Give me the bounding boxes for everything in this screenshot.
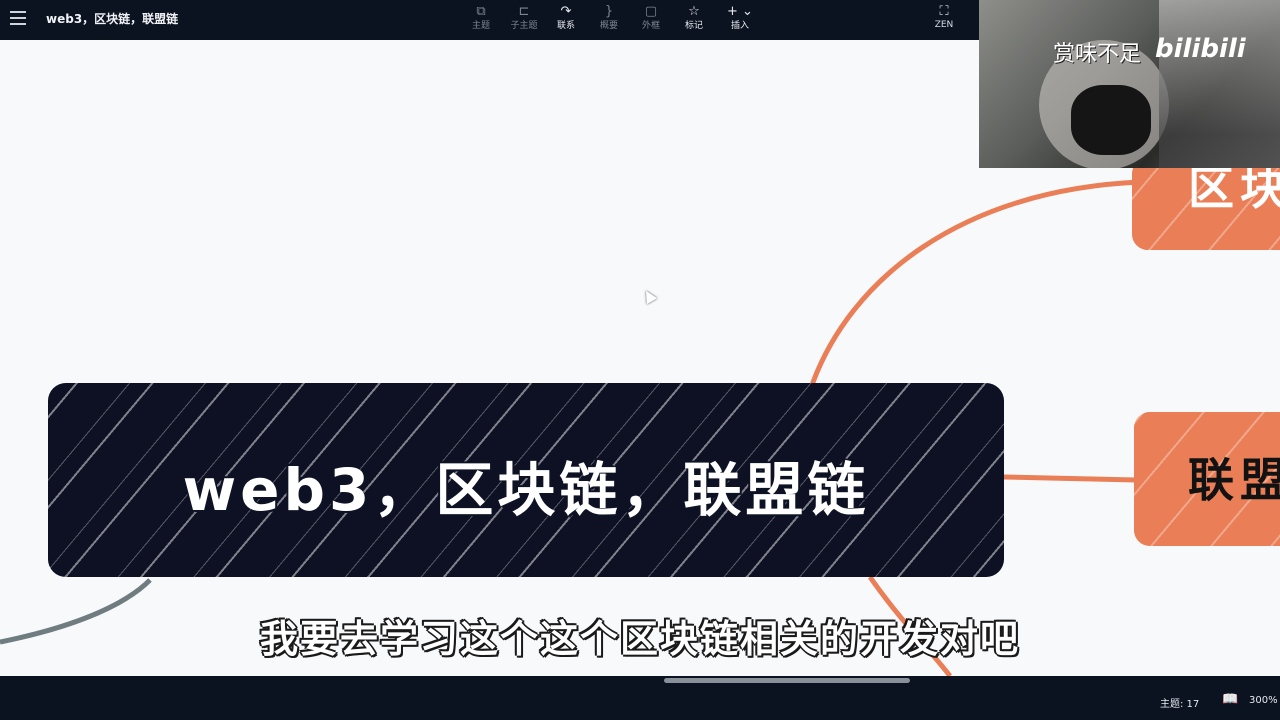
marker-button[interactable]: ☆ 标记 <box>672 4 716 36</box>
tool-label: 标记 <box>684 21 703 31</box>
watermark-text: 赏味不足 <box>1053 42 1142 67</box>
zen-mode-button[interactable]: ⛶ ZEN <box>926 4 962 30</box>
central-topic-label: web3，区块链，联盟链 <box>182 456 870 524</box>
fullscreen-icon: ⛶ <box>939 4 949 19</box>
zen-label: ZEN <box>934 20 954 30</box>
child-topic-node[interactable]: 区块 <box>1132 158 1280 250</box>
link-to-child-2 <box>1003 474 1137 483</box>
insert-subtopic-button[interactable]: ⊏ 子主题 <box>502 4 546 36</box>
central-topic-node[interactable]: web3，区块链，联盟链 <box>48 383 1004 577</box>
insert-button[interactable]: + ⌄ 插入 <box>718 4 762 36</box>
status-bar: 主题: 17 📖 300% <box>0 684 1280 720</box>
relationship-icon: ↷ <box>560 4 572 19</box>
summary-icon: } <box>604 4 614 19</box>
child-topic-label: 联盟 <box>1188 453 1280 507</box>
tool-label: 概要 <box>599 21 618 31</box>
link-to-child-1 <box>809 179 1141 386</box>
zoom-level[interactable]: 300% <box>1249 695 1278 706</box>
document-title: web3，区块链，联盟链 <box>46 12 179 26</box>
video-subtitle: 我要去学习这个这个区块链相关的开发对吧 <box>259 617 1020 661</box>
tool-label: 联系 <box>556 21 575 31</box>
bilibili-logo: bilibili <box>1155 34 1246 64</box>
child-topic-node[interactable]: 联盟 <box>1134 412 1280 546</box>
tool-label: 插入 <box>730 21 749 31</box>
relationship-button[interactable]: ↷ 联系 <box>544 4 588 36</box>
scrollbar-thumb[interactable] <box>664 678 910 683</box>
tool-label: 子主题 <box>510 21 538 31</box>
summary-button[interactable]: } 概要 <box>587 4 631 36</box>
outline-view-icon[interactable]: 📖 <box>1222 692 1238 707</box>
topic-count: 主题: 17 <box>1160 699 1200 710</box>
hamburger-menu-icon[interactable] <box>10 11 26 25</box>
webcam-shape <box>1159 0 1280 168</box>
tool-label: 主题 <box>471 21 490 31</box>
horizontal-scrollbar[interactable] <box>0 676 1280 684</box>
subtopic-icon: ⊏ <box>518 4 530 19</box>
topic-icon: ⧉ <box>476 4 486 19</box>
webcam-shape <box>1071 85 1151 155</box>
insert-topic-button[interactable]: ⧉ 主题 <box>459 4 503 36</box>
webcam-overlay: 赏味不足 bilibili <box>979 0 1280 168</box>
tool-label: 外框 <box>641 21 660 31</box>
plus-icon: + ⌄ <box>727 4 753 19</box>
star-icon: ☆ <box>688 4 700 19</box>
boundary-button[interactable]: ▢ 外框 <box>629 4 673 36</box>
boundary-icon: ▢ <box>644 4 658 19</box>
